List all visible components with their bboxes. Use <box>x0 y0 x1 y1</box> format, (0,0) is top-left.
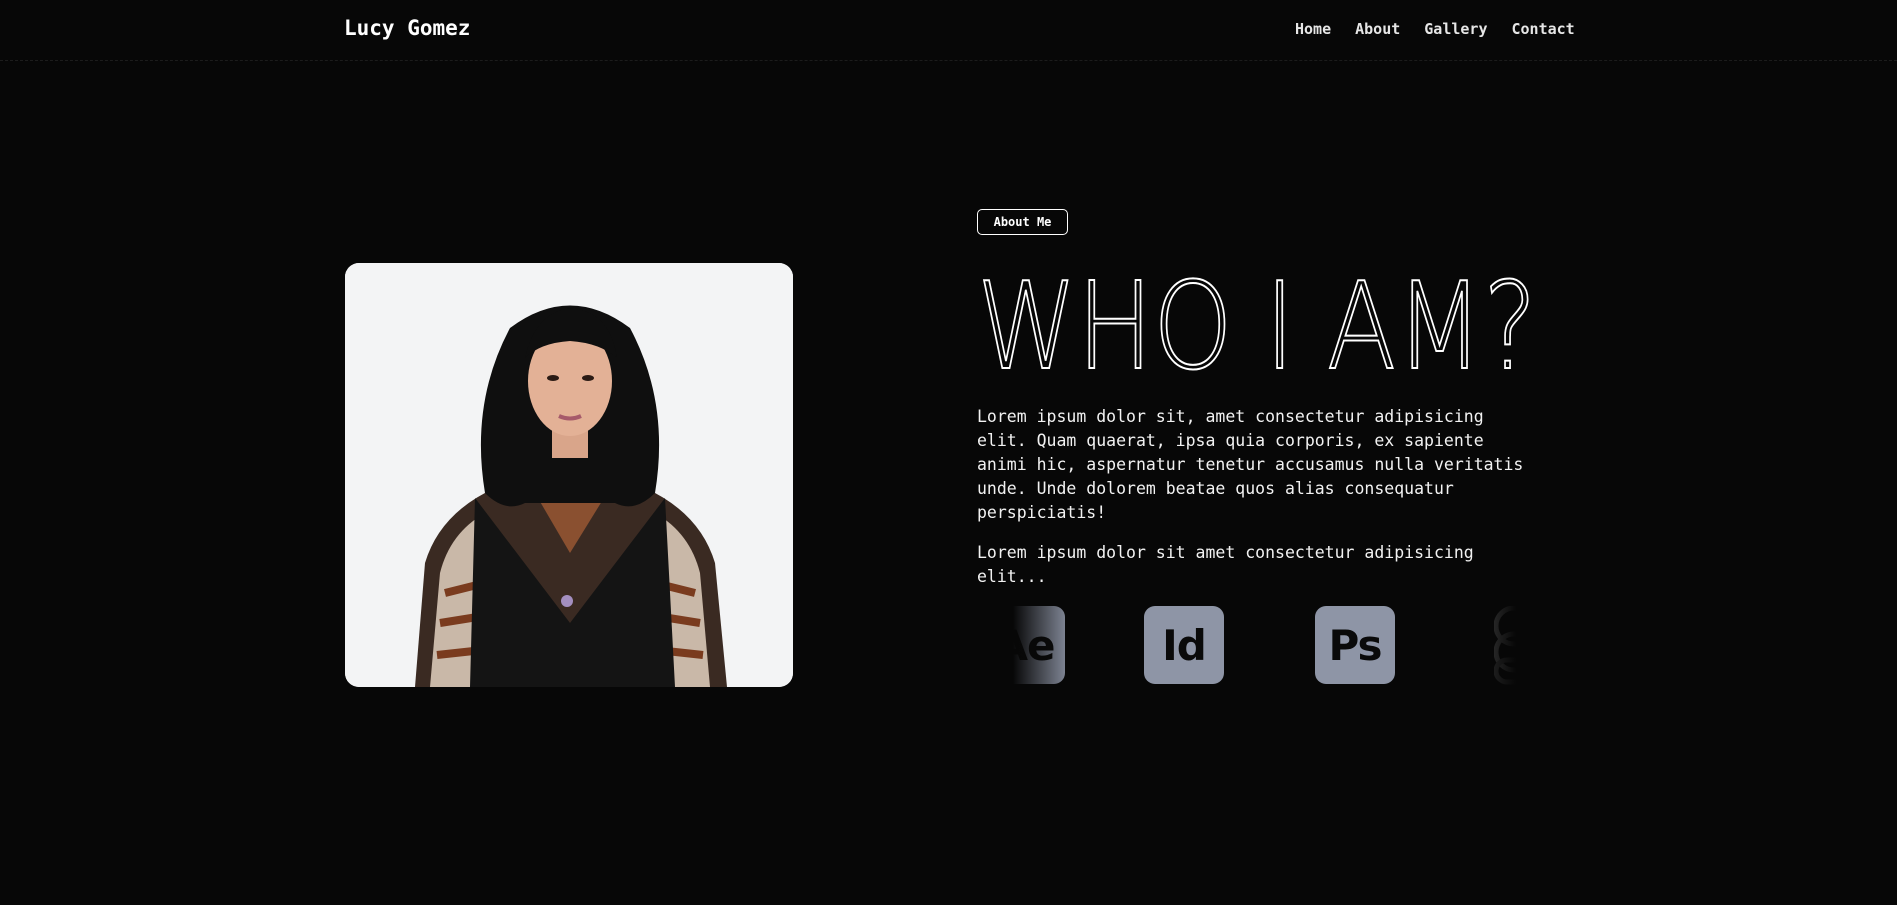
nav-link-gallery[interactable]: Gallery <box>1424 20 1487 38</box>
brand-logo[interactable]: Lucy Gomez <box>344 16 470 40</box>
photoshop-icon: Ps <box>1315 606 1395 684</box>
nav-link-home[interactable]: Home <box>1295 20 1331 38</box>
bio-section: Lorem ipsum dolor sit, amet consectetur … <box>977 405 1537 589</box>
headline-who-i-am: WHO I AM? <box>976 270 1538 380</box>
top-navbar: Lucy Gomez Home About Gallery Contact <box>0 0 1897 61</box>
bio-paragraph-1: Lorem ipsum dolor sit, amet consectetur … <box>977 407 1524 522</box>
portrait-illustration <box>345 263 793 687</box>
skills-carousel[interactable]: Ae Id Ps <box>1013 600 1525 686</box>
about-me-badge: About Me <box>977 209 1068 235</box>
indesign-icon: Id <box>1144 606 1224 684</box>
bio-paragraph-2: Lorem ipsum dolor sit amet consectetur a… <box>977 543 1474 586</box>
carousel-fade-right <box>1435 600 1525 686</box>
headline-text: WHO I AM? <box>977 270 1537 380</box>
profile-photo <box>345 263 793 687</box>
carousel-fade-left <box>1013 600 1073 686</box>
main-nav: Home About Gallery Contact <box>1295 20 1575 38</box>
nav-link-about[interactable]: About <box>1355 20 1400 38</box>
nav-link-contact[interactable]: Contact <box>1512 20 1575 38</box>
